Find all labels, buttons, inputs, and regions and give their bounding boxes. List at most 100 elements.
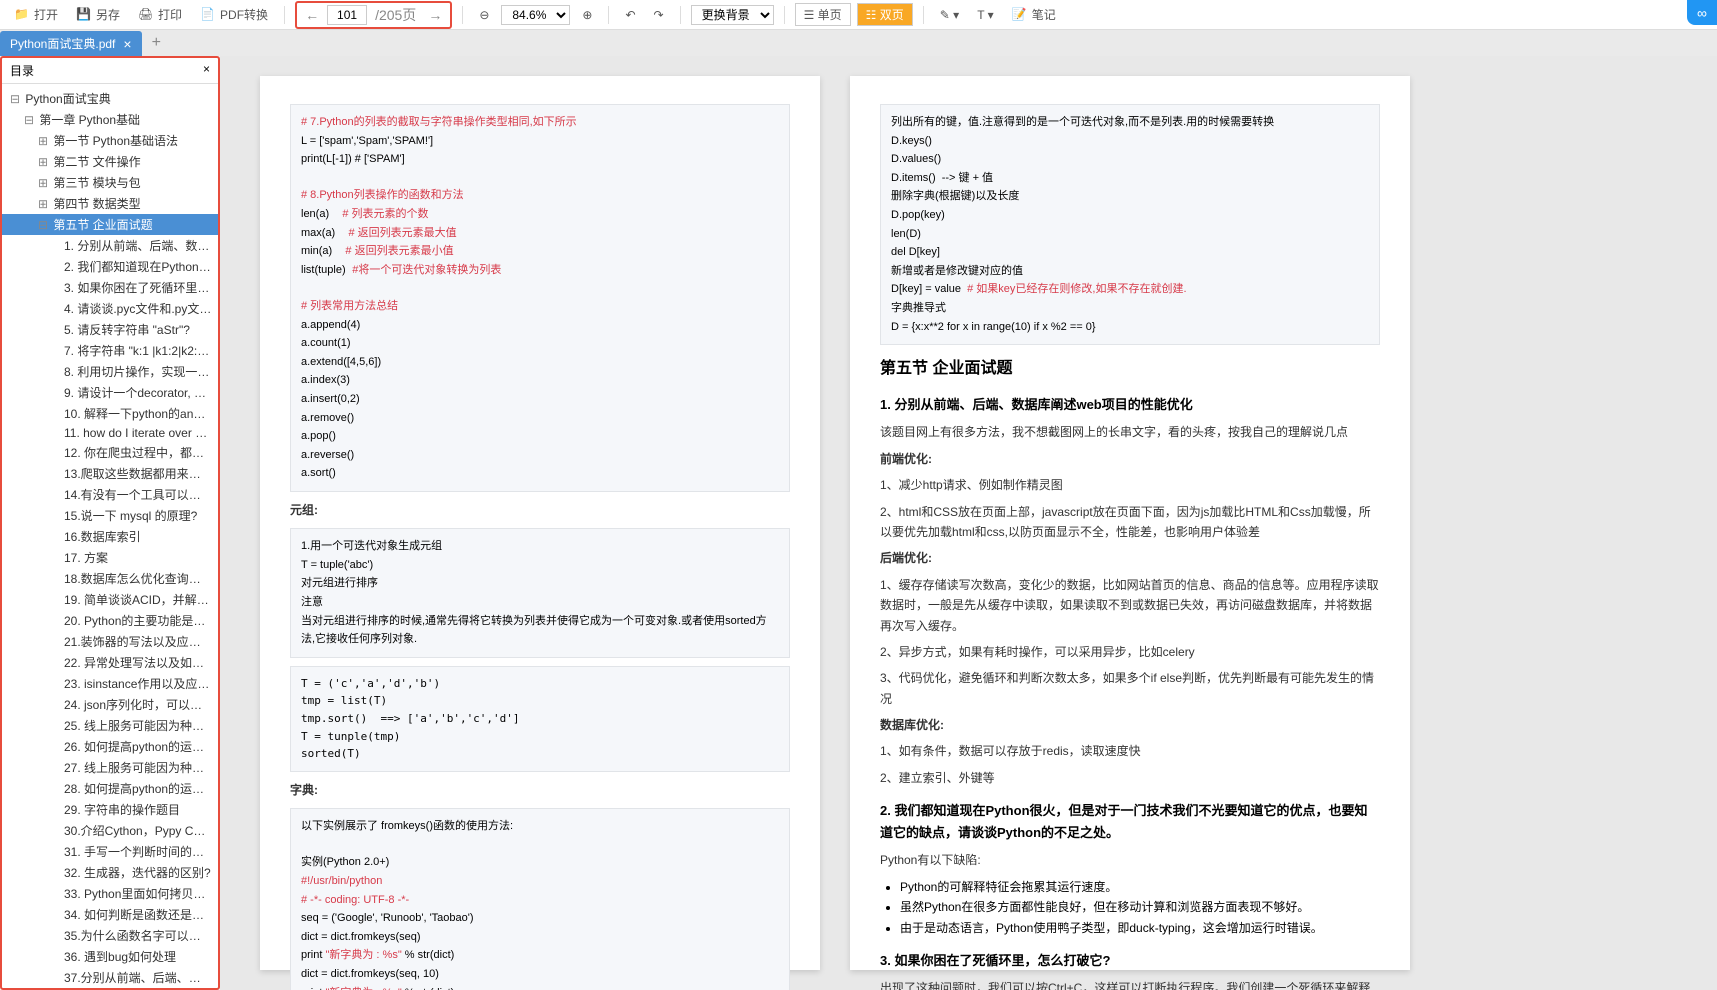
corner-app-icon[interactable]: ∞: [1687, 0, 1717, 25]
outline-item[interactable]: 13.爬取这些数据都用来做什么...: [2, 463, 218, 484]
outline-tree[interactable]: ⊟ Python面试宝典⊟ 第一章 Python基础⊞ 第一节 Python基础…: [2, 84, 218, 988]
close-tab-icon[interactable]: ×: [123, 36, 131, 52]
new-tab-button[interactable]: +: [142, 30, 171, 56]
outline-label: 第一节 Python基础语法: [53, 134, 178, 148]
outline-item[interactable]: 32. 生成器，迭代器的区别?: [2, 862, 218, 883]
pdf-icon: 📄: [200, 7, 216, 23]
divider: [784, 6, 785, 24]
outline-item[interactable]: 12. 你在爬虫过程中，都是怎么...: [2, 442, 218, 463]
backend-item-3: 3、代码优化，避免循环和判断次数太多，如果多个if else判断，优先判断最有可…: [880, 668, 1380, 709]
open-button[interactable]: 📁打开: [8, 4, 64, 25]
outline-item[interactable]: 22. 异常处理写法以及如何主动...: [2, 652, 218, 673]
outline-item[interactable]: 15.说一下 mysql 的原理?: [2, 505, 218, 526]
outline-item[interactable]: 1. 分别从前端、后端、数据库...: [2, 235, 218, 256]
save-button[interactable]: 💾另存: [70, 4, 126, 25]
zoom-select[interactable]: 84.6%: [501, 5, 570, 25]
outline-item[interactable]: 16.数据库索引: [2, 526, 218, 547]
outline-item[interactable]: ⊞ 第一节 Python基础语法: [2, 130, 218, 151]
outline-item[interactable]: ⊞ 第二节 文件操作: [2, 151, 218, 172]
outline-item[interactable]: 8. 利用切片操作，实现一个trim...: [2, 361, 218, 382]
outline-item[interactable]: 35.为什么函数名字可以当做参...: [2, 925, 218, 946]
outline-item[interactable]: 25. 线上服务可能因为种种原因...: [2, 715, 218, 736]
question-2-intro: Python有以下缺陷:: [880, 850, 1380, 870]
outline-label: 27. 线上服务可能因为种种原因...: [64, 761, 218, 775]
background-select[interactable]: 更换背景: [691, 5, 774, 25]
outline-item[interactable]: 29. 字符串的操作题目: [2, 799, 218, 820]
double-page-button[interactable]: ☷ 双页: [857, 3, 913, 26]
zoom-in-button[interactable]: ⊕: [576, 8, 598, 22]
outline-item[interactable]: ⊟ 第五节 企业面试题: [2, 214, 218, 235]
pdf-convert-button[interactable]: 📄PDF转换: [194, 4, 274, 25]
divider: [923, 6, 924, 24]
sidebar-close-icon[interactable]: ×: [203, 62, 210, 79]
toggle-icon[interactable]: ⊟: [38, 218, 50, 232]
outline-label: 23. isinstance作用以及应用场...: [64, 677, 218, 691]
outline-item[interactable]: 9. 请设计一个decorator, 它可...: [2, 382, 218, 403]
outline-item[interactable]: 28. 如何提高python的运行效率...: [2, 778, 218, 799]
page-input[interactable]: [327, 5, 367, 25]
notes-icon: 📝: [1012, 7, 1028, 23]
outline-item[interactable]: 17. 方案: [2, 547, 218, 568]
outline-item[interactable]: 31. 手写一个判断时间的装饰器...: [2, 841, 218, 862]
outline-item[interactable]: 24. json序列化时，可以处理的...: [2, 694, 218, 715]
toggle-icon[interactable]: ⊞: [38, 134, 50, 148]
outline-item[interactable]: 21.装饰器的写法以及应用场景...: [2, 631, 218, 652]
toggle-icon[interactable]: ⊟: [24, 113, 36, 127]
file-tab[interactable]: Python面试宝典.pdf ×: [0, 31, 142, 56]
print-button[interactable]: 🖨打印: [132, 4, 188, 25]
outline-label: 33. Python里面如何拷贝一个对...: [64, 887, 218, 901]
outline-item[interactable]: 2. 我们都知道现在Python很火...: [2, 256, 218, 277]
prev-page-button[interactable]: ←: [301, 7, 323, 23]
outline-item[interactable]: 36. 遇到bug如何处理: [2, 946, 218, 967]
outline-label: 35.为什么函数名字可以当做参...: [64, 929, 218, 943]
outline-item[interactable]: ⊟ Python面试宝典: [2, 88, 218, 109]
rotate-left-button[interactable]: ↶: [619, 8, 641, 22]
outline-label: 5. 请反转字符串 "aStr"?: [64, 323, 190, 337]
zoom-out-button[interactable]: ⊖: [473, 8, 495, 22]
outline-item[interactable]: ⊟ 第一章 Python基础: [2, 109, 218, 130]
outline-item[interactable]: ⊞ 第四节 数据类型: [2, 193, 218, 214]
outline-item[interactable]: 14.有没有一个工具可以帮助查...: [2, 484, 218, 505]
single-page-button[interactable]: ☰ 单页: [795, 3, 851, 26]
text-button[interactable]: T ▾: [971, 8, 999, 22]
outline-item[interactable]: 23. isinstance作用以及应用场...: [2, 673, 218, 694]
outline-label: 29. 字符串的操作题目: [64, 803, 180, 817]
outline-item[interactable]: 3. 如果你困在了死循环里，怎...: [2, 277, 218, 298]
outline-item[interactable]: 20. Python的主要功能是什么?: [2, 610, 218, 631]
document-viewport[interactable]: # 7.Python的列表的截取与字符串操作类型相同,如下所示 L = ['sp…: [220, 56, 1717, 990]
outline-item[interactable]: 7. 将字符串 "k:1 |k1:2|k2:3|k3...: [2, 340, 218, 361]
outline-item[interactable]: 19. 简单谈谈ACID，并解释每一...: [2, 589, 218, 610]
notes-button[interactable]: 📝笔记: [1006, 4, 1062, 25]
outline-item[interactable]: 11. how do I iterate over a s...: [2, 424, 218, 442]
tuple-heading: 元组:: [290, 500, 790, 520]
outline-item[interactable]: 10. 解释一下python的and-or...: [2, 403, 218, 424]
outline-label: 9. 请设计一个decorator, 它可...: [64, 386, 218, 400]
outline-label: 11. how do I iterate over a s...: [64, 426, 218, 440]
outline-item[interactable]: 37.分别从前端、后端、数据库...: [2, 967, 218, 988]
frontend-item-1: 1、减少http请求、例如制作精灵图: [880, 475, 1380, 495]
rotate-right-button[interactable]: ↷: [648, 8, 670, 22]
outline-item[interactable]: 5. 请反转字符串 "aStr"?: [2, 319, 218, 340]
outline-label: 19. 简单谈谈ACID，并解释每一...: [64, 593, 218, 607]
toggle-icon[interactable]: ⊞: [38, 176, 50, 190]
outline-item[interactable]: 33. Python里面如何拷贝一个对...: [2, 883, 218, 904]
backend-label: 后端优化:: [880, 548, 1380, 568]
toggle-icon[interactable]: ⊞: [38, 155, 50, 169]
outline-item[interactable]: 34. 如何判断是函数还是方法?: [2, 904, 218, 925]
outline-item[interactable]: 26. 如何提高python的运行效率...: [2, 736, 218, 757]
outline-item[interactable]: 4. 请谈谈.pyc文件和.py文件的...: [2, 298, 218, 319]
next-page-button[interactable]: →: [424, 7, 446, 23]
backend-item-1: 1、缓存存储读写次数高，变化少的数据，比如网站首页的信息、商品的信息等。应用程序…: [880, 575, 1380, 636]
divider: [284, 6, 285, 24]
toggle-icon[interactable]: ⊞: [38, 197, 50, 211]
pen-button[interactable]: ✎ ▾: [934, 8, 965, 22]
outline-item[interactable]: 18.数据库怎么优化查询效率?: [2, 568, 218, 589]
outline-item[interactable]: 27. 线上服务可能因为种种原因...: [2, 757, 218, 778]
question-3-intro: 出现了这种问题时，我们可以按Ctrl+C，这样可以打断执行程序。我们创建一个死循…: [880, 978, 1380, 990]
outline-item[interactable]: ⊞ 第三节 模块与包: [2, 172, 218, 193]
toggle-icon[interactable]: ⊟: [10, 92, 22, 106]
save-icon: 💾: [76, 7, 92, 23]
outline-item[interactable]: 30.介绍Cython，Pypy Cpython...: [2, 820, 218, 841]
code-block-tuple-sort: T = ('c','a','d','b') tmp = list(T) tmp.…: [290, 666, 790, 772]
divider: [608, 6, 609, 24]
